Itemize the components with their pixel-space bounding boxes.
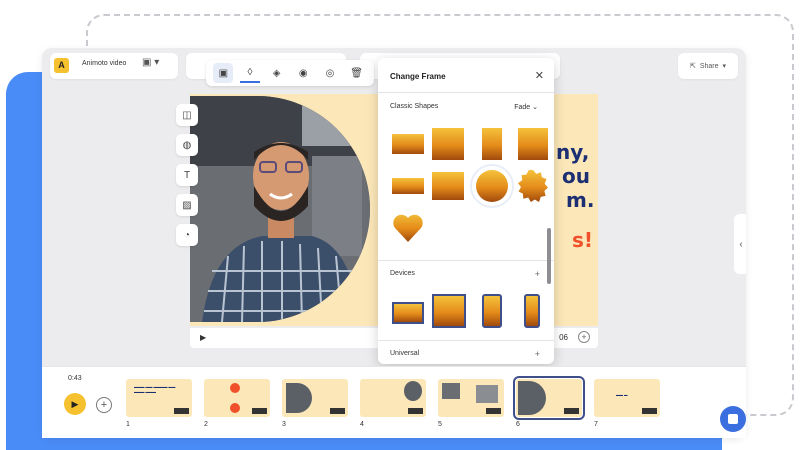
device-frame-tablet[interactable] [482, 294, 502, 328]
thumb-sun-icon [230, 383, 240, 393]
thumb-tag [486, 408, 501, 414]
classic-shapes-label: Classic Shapes [390, 103, 439, 110]
preview-play-icon[interactable]: ▶ [200, 333, 206, 342]
scene-thumbnail[interactable]: ▬▬▬ ▬▬ ▬▬▬▬ ▬▬ ▬▬▬ ▬▬▬ [126, 379, 192, 417]
scene-count: 06 [559, 333, 568, 342]
chevron-left-icon[interactable]: ‹ [734, 214, 746, 274]
thumb-text-7: ▬▬ ▬ [616, 393, 628, 397]
frame-shape-banner[interactable] [392, 178, 424, 194]
expand-icon[interactable]: + [535, 269, 540, 279]
animation-icon[interactable]: ◎ [320, 63, 340, 83]
thumb-photo [476, 385, 498, 403]
play-button[interactable]: ▶ [64, 393, 86, 415]
frame-icon[interactable]: ▣ [213, 63, 234, 83]
scene-number: 1 [126, 421, 130, 428]
sticker-icon[interactable]: ◔ [176, 224, 198, 246]
chevron-down-icon: ▾ [722, 63, 727, 70]
timeline: 0:43 ▶ + ▬▬▬ ▬▬ ▬▬▬▬ ▬▬ ▬▬▬ ▬▬▬ 1 2 3 4 … [42, 366, 746, 438]
thumb-photo [286, 383, 312, 413]
scene-number: 3 [282, 421, 286, 428]
scene-number: 2 [204, 421, 208, 428]
opacity-icon[interactable]: ◉ [293, 63, 313, 83]
thumb-text-1: ▬▬▬ ▬▬ ▬▬▬▬ ▬▬ ▬▬▬ ▬▬▬ [134, 385, 176, 394]
scene-number: 6 [516, 421, 520, 428]
frame-shape-badge[interactable] [518, 170, 548, 202]
layout-icon[interactable]: ◫ [176, 104, 198, 126]
thumb-tag [564, 408, 579, 414]
divider [378, 92, 554, 93]
thumb-photo [442, 383, 460, 399]
canvas-text-5[interactable]: s! [572, 228, 593, 252]
layers-icon[interactable]: ◈ [267, 63, 287, 83]
chevron-down-icon: ⌄ [532, 104, 538, 111]
universal-label: Universal [390, 350, 420, 357]
scene-thumbnail[interactable] [282, 379, 348, 417]
frame-photo[interactable] [190, 96, 370, 322]
panel-scrollbar[interactable] [547, 228, 551, 284]
canvas-text-3[interactable]: ou [562, 164, 590, 188]
scene-thumbnail-active[interactable] [513, 376, 585, 420]
expand-icon[interactable]: + [535, 349, 540, 359]
divider [378, 260, 554, 261]
share-button[interactable]: ⇱ Share ▾ [678, 53, 738, 79]
frame-shape-wide-rectangle[interactable] [392, 134, 424, 154]
thumb-photo [518, 381, 546, 415]
divider [378, 340, 554, 341]
frame-shape-portrait[interactable] [482, 128, 502, 160]
chat-icon [728, 414, 738, 424]
scene-thumbnail[interactable] [360, 379, 426, 417]
timeline-time: 0:43 [68, 375, 82, 382]
device-frame-phone[interactable] [524, 294, 540, 328]
thumb-tag [642, 408, 657, 414]
color-icon[interactable]: ◍ [176, 134, 198, 156]
frame-shape-circle[interactable] [470, 164, 514, 208]
scene-thumbnail[interactable] [204, 379, 270, 417]
fill-icon[interactable]: ◊ [239, 63, 260, 83]
save-icon[interactable]: ▣ ▾ [142, 57, 159, 68]
canvas-text-2[interactable]: ny, [556, 140, 589, 164]
panel-title: Change Frame [390, 72, 446, 81]
frame-shape-heart[interactable] [392, 212, 424, 242]
change-frame-panel: Change Frame ✕ Classic Shapes Fade ⌄ Dev… [378, 58, 554, 364]
close-icon[interactable]: ✕ [535, 69, 544, 82]
scene-number: 7 [594, 421, 598, 428]
scene-number: 4 [360, 421, 364, 428]
device-frame-browser[interactable] [432, 294, 466, 328]
project-title[interactable]: Animoto video [82, 60, 126, 67]
text-icon[interactable]: T [176, 164, 198, 186]
share-label: Share [699, 62, 719, 70]
thumb-tag [330, 408, 345, 414]
scene-number: 5 [438, 421, 442, 428]
image-icon[interactable]: ▨ [176, 194, 198, 216]
help-button[interactable] [720, 406, 746, 432]
thumb-tag [408, 408, 423, 414]
frame-shape-square[interactable] [432, 128, 464, 160]
side-tools: ◫ ◍ T ▨ ◔ [176, 104, 202, 246]
share-icon: ⇱ [689, 63, 696, 70]
thumb-photo [404, 381, 422, 401]
add-scene-button[interactable]: + [96, 397, 112, 413]
thumb-sun-icon [230, 403, 240, 413]
fade-select[interactable]: Fade ⌄ [514, 103, 538, 111]
add-icon[interactable]: + [578, 331, 590, 343]
element-toolbar: ▣ ◊ ◈ ◉ ◎ 🗑 [206, 60, 374, 86]
frame-shape-tall-square[interactable] [518, 128, 548, 160]
device-frame-laptop[interactable] [392, 302, 424, 324]
fade-label: Fade [514, 104, 531, 111]
canvas-text-4[interactable]: m. [566, 188, 594, 212]
delete-icon[interactable]: 🗑 [347, 63, 367, 83]
thumb-tag [174, 408, 189, 414]
devices-label: Devices [390, 270, 415, 277]
man-portrait [190, 96, 370, 322]
app-logo[interactable]: A [54, 58, 69, 73]
scene-thumbnail[interactable] [438, 379, 504, 417]
scene-thumbnail[interactable]: ▬▬ ▬ [594, 379, 660, 417]
thumb-tag [252, 408, 267, 414]
frame-shape-landscape[interactable] [432, 172, 464, 200]
